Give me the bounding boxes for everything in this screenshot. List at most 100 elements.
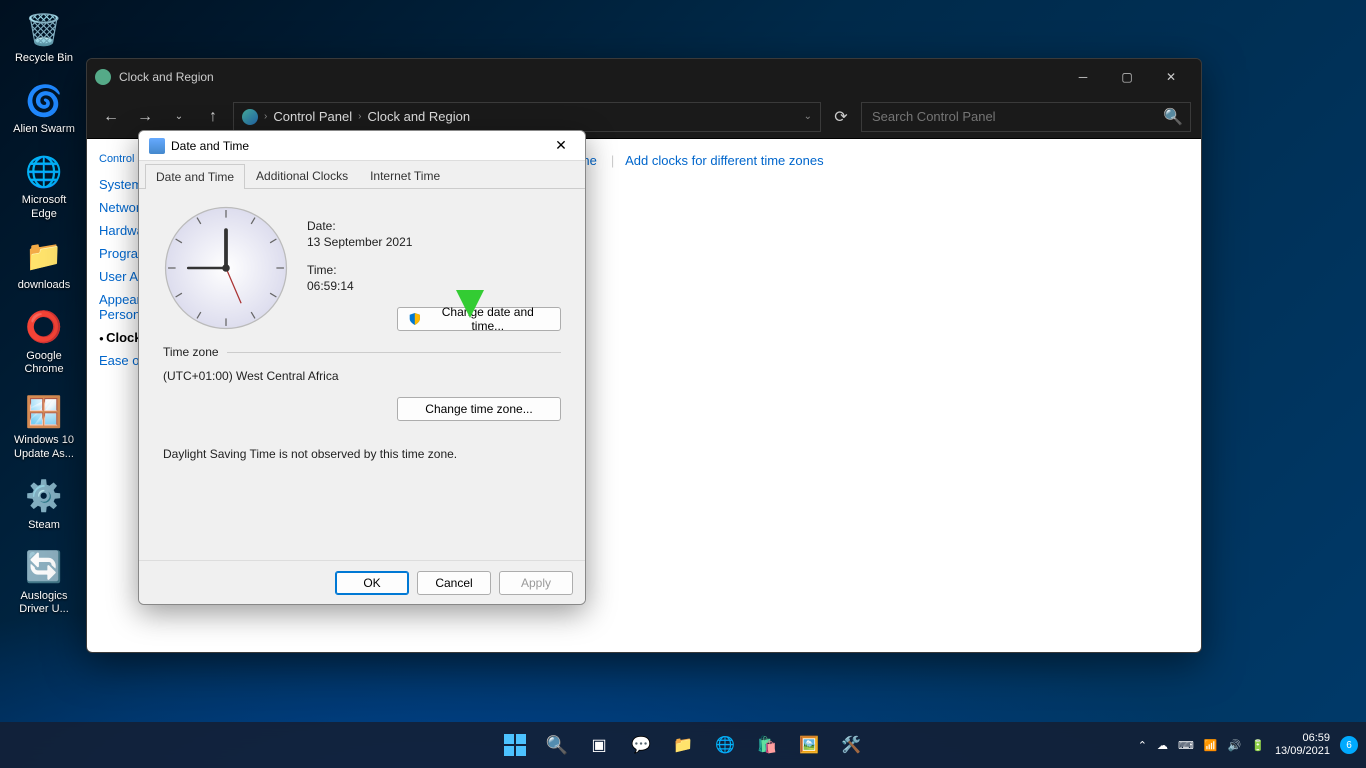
chevron-down-icon[interactable]: ⌄ — [804, 111, 812, 122]
desktop-icon-label: downloads — [18, 279, 71, 292]
settings-icon: 🛠️ — [841, 735, 861, 755]
chevron-right-icon: › — [358, 111, 361, 122]
start-button[interactable] — [495, 725, 535, 765]
globe-icon — [242, 109, 258, 125]
time-label: Time: — [307, 263, 561, 277]
desktop-icon-label: Google Chrome — [8, 350, 80, 376]
battery-icon[interactable]: 🔋 — [1251, 739, 1265, 752]
shield-icon — [408, 312, 422, 326]
chrome-icon: ⭕ — [24, 308, 64, 348]
wifi-icon[interactable]: 📶 — [1204, 739, 1218, 752]
tab-internet-time[interactable]: Internet Time — [359, 163, 451, 188]
taskbar-date: 13/09/2021 — [1275, 745, 1330, 758]
forward-button[interactable]: → — [131, 103, 159, 131]
game-icon: 🌀 — [24, 81, 64, 121]
system-tray: ⌃ ☁ ⌨ 📶 🔊 🔋 06:59 13/09/2021 6 — [1138, 732, 1358, 758]
keyboard-icon[interactable]: ⌨ — [1178, 739, 1194, 752]
dialog-body: Date: 13 September 2021 Time: 06:59:14 C… — [139, 189, 585, 560]
desktop-icon-steam[interactable]: ⚙️ Steam — [8, 477, 80, 532]
desktop-icon-update-assistant[interactable]: 🪟Windows 10 Update As... — [8, 392, 80, 460]
close-button[interactable]: ✕ — [1149, 62, 1193, 92]
folder-icon: 📁 — [24, 237, 64, 277]
search-input[interactable] — [861, 102, 1191, 132]
edge-icon: 🌐 — [24, 152, 64, 192]
windows-icon: 🪟 — [24, 392, 64, 432]
desktop-icon-label: Microsoft Edge — [8, 194, 80, 220]
date-value: 13 September 2021 — [307, 235, 561, 249]
dst-text: Daylight Saving Time is not observed by … — [163, 447, 561, 461]
link-add-clocks[interactable]: Add clocks for different time zones — [625, 153, 823, 168]
refresh-button[interactable]: ⟳ — [827, 103, 855, 131]
store-icon: 🛍️ — [757, 735, 777, 755]
driver-icon: 🔄 — [24, 548, 64, 588]
window-titlebar[interactable]: Clock and Region ─ ▢ ✕ — [87, 59, 1201, 95]
search-icon: 🔍 — [546, 735, 568, 756]
control-panel-button[interactable]: 🛠️ — [831, 725, 871, 765]
dialog-close-button[interactable]: ✕ — [547, 135, 575, 157]
recent-button[interactable]: ⌄ — [165, 103, 193, 131]
edge-button[interactable]: 🌐 — [705, 725, 745, 765]
change-timezone-button[interactable]: Change time zone... — [397, 397, 561, 421]
taskbar-clock[interactable]: 06:59 13/09/2021 — [1275, 732, 1330, 758]
snip-button[interactable]: 🖼️ — [789, 725, 829, 765]
tray-overflow-button[interactable]: ⌃ — [1138, 739, 1147, 752]
maximize-button[interactable]: ▢ — [1105, 62, 1149, 92]
dialog-footer: OK Cancel Apply — [139, 560, 585, 604]
edge-icon: 🌐 — [715, 735, 735, 755]
tab-additional-clocks[interactable]: Additional Clocks — [245, 163, 359, 188]
address-bar[interactable]: › Control Panel › Clock and Region ⌄ — [233, 102, 821, 132]
separator: | — [611, 153, 614, 168]
window-title: Clock and Region — [119, 70, 214, 84]
dialog-tabs: Date and Time Additional Clocks Internet… — [139, 161, 585, 189]
breadcrumb-item[interactable]: Clock and Region — [367, 109, 470, 124]
divider — [227, 352, 561, 353]
explorer-button[interactable]: 📁 — [663, 725, 703, 765]
desktop-icon-downloads[interactable]: 📁 downloads — [8, 237, 80, 292]
taskbar-center: 🔍 ▣ 💬 📁 🌐 🛍️ 🖼️ 🛠️ — [495, 725, 871, 765]
desktop-icons: 🗑️Recycle Bin 🌀 Alien Swarm 🌐Microsoft Ed… — [8, 10, 80, 616]
store-button[interactable]: 🛍️ — [747, 725, 787, 765]
taskbar[interactable]: 🔍 ▣ 💬 📁 🌐 🛍️ 🖼️ 🛠️ ⌃ ☁ ⌨ 📶 🔊 🔋 06:59 13/… — [0, 722, 1366, 768]
desktop-icon-label: Alien Swarm — [13, 123, 75, 136]
up-button[interactable]: ↑ — [199, 103, 227, 131]
snip-icon: 🖼️ — [799, 735, 819, 755]
timezone-value: (UTC+01:00) West Central Africa — [163, 369, 561, 383]
dialog-title: Date and Time — [171, 139, 249, 153]
cancel-button[interactable]: Cancel — [417, 571, 491, 595]
calendar-icon — [149, 138, 165, 154]
chevron-right-icon: › — [264, 111, 267, 122]
change-date-time-button[interactable]: Change date and time... — [397, 307, 561, 331]
desktop-icon-alien-swarm[interactable]: 🌀 Alien Swarm — [8, 81, 80, 136]
timezone-header: Time zone — [163, 345, 219, 359]
trash-icon: 🗑️ — [24, 10, 64, 50]
date-time-info: Date: 13 September 2021 Time: 06:59:14 C… — [307, 205, 561, 331]
timezone-group: Time zone (UTC+01:00) West Central Afric… — [163, 345, 561, 461]
desktop-icon-auslogics[interactable]: 🔄Auslogics Driver U... — [8, 548, 80, 616]
task-view-button[interactable]: ▣ — [579, 725, 619, 765]
taskbar-time: 06:59 — [1275, 732, 1330, 745]
task-view-icon: ▣ — [591, 735, 606, 755]
apply-button[interactable]: Apply — [499, 571, 573, 595]
dialog-titlebar[interactable]: Date and Time ✕ — [139, 131, 585, 161]
windows-icon — [504, 734, 526, 756]
breadcrumb-item[interactable]: Control Panel — [273, 109, 352, 124]
onedrive-icon[interactable]: ☁ — [1157, 739, 1168, 752]
steam-icon: ⚙️ — [24, 477, 64, 517]
analog-clock-icon — [163, 205, 289, 331]
tab-date-time[interactable]: Date and Time — [145, 164, 245, 189]
minimize-button[interactable]: ─ — [1061, 62, 1105, 92]
ok-button[interactable]: OK — [335, 571, 409, 595]
desktop-icon-chrome[interactable]: ⭕Google Chrome — [8, 308, 80, 376]
notification-badge[interactable]: 6 — [1340, 736, 1358, 754]
volume-icon[interactable]: 🔊 — [1228, 739, 1242, 752]
desktop-icon-edge[interactable]: 🌐Microsoft Edge — [8, 152, 80, 220]
desktop-icon-label: Steam — [28, 519, 60, 532]
back-button[interactable]: ← — [97, 103, 125, 131]
date-time-dialog: Date and Time ✕ Date and Time Additional… — [138, 130, 586, 605]
search-box[interactable]: 🔍 — [861, 102, 1191, 132]
folder-icon: 📁 — [673, 735, 693, 755]
taskbar-search-button[interactable]: 🔍 — [537, 725, 577, 765]
desktop-icon-recycle-bin[interactable]: 🗑️Recycle Bin — [8, 10, 80, 65]
chat-button[interactable]: 💬 — [621, 725, 661, 765]
change-date-time-label: Change date and time... — [426, 305, 550, 333]
